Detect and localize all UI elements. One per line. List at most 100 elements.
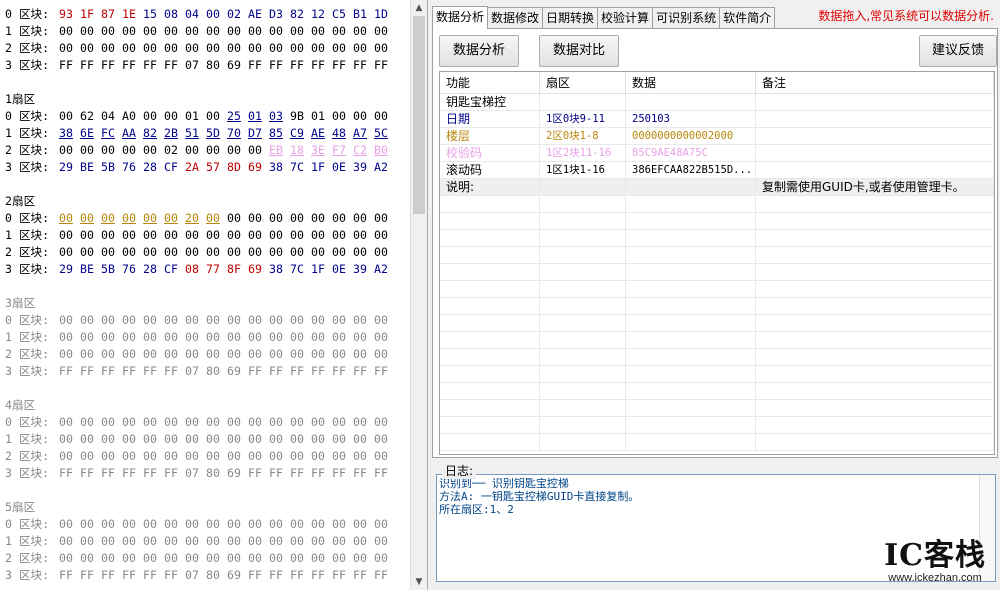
scroll-thumb[interactable] — [413, 16, 425, 214]
hex-byte: 00 — [332, 109, 346, 123]
col-header-function[interactable]: 功能 — [440, 72, 540, 93]
hex-byte: 00 — [227, 41, 241, 55]
scroll-down-arrow-icon[interactable]: ▼ — [411, 574, 427, 590]
hex-block-row[interactable]: 0 区块: 00 00 00 00 00 00 00 00 00 00 00 00 00 00 00 00 — [5, 516, 409, 533]
grid-row[interactable]: 楼层 2区0块1-8 0000000000002000 — [440, 128, 994, 145]
hex-byte: 00 — [122, 41, 136, 55]
hex-byte: 00 — [80, 330, 94, 344]
grid-row[interactable]: 校验码 1区2块11-16 85C9AE48A75C — [440, 145, 994, 162]
hex-block-row[interactable]: 3 区块: FF FF FF FF FF FF 07 80 69 FF FF FF FF FF FF FF — [5, 567, 409, 584]
hex-block-row[interactable]: 0 区块: 00 62 04 A0 00 00 01 00 25 01 03 9B 01 00 00 00 — [5, 108, 409, 125]
hex-byte: 00 — [290, 330, 304, 344]
hex-byte: 03 — [269, 109, 283, 123]
grid-cell — [756, 128, 994, 144]
grid-empty-row — [440, 230, 994, 247]
hex-block-row[interactable]: 0 区块: 00 00 00 00 00 00 00 00 00 00 00 00 00 00 00 00 — [5, 414, 409, 431]
hex-byte: 00 — [374, 534, 388, 548]
grid-cell — [540, 179, 626, 195]
hex-block-row[interactable]: 1 区块: 00 00 00 00 00 00 00 00 00 00 00 00 00 00 00 00 — [5, 431, 409, 448]
hex-block-row[interactable]: 1 区块: 38 6E FC AA 82 2B 51 5D 70 D7 85 C9 AE 48 A7 5C — [5, 125, 409, 142]
hex-byte: FF — [122, 364, 136, 378]
hex-byte: 00 — [122, 211, 136, 225]
hex-block-row[interactable]: 2 区块: 00 00 00 00 00 00 00 00 00 00 00 00 00 00 00 00 — [5, 448, 409, 465]
hex-byte: FF — [80, 364, 94, 378]
hex-byte: 82 — [290, 7, 304, 21]
hex-byte: FF — [143, 364, 157, 378]
hex-block-row[interactable]: 1 区块: 00 00 00 00 00 00 00 00 00 00 00 00 00 00 00 00 — [5, 329, 409, 346]
hex-byte: FF — [164, 568, 178, 582]
hex-block-row[interactable]: 2 区块: 00 00 00 00 00 00 00 00 00 00 00 00 00 00 00 00 — [5, 550, 409, 567]
grid-cell — [756, 111, 994, 127]
hex-byte: 00 — [80, 432, 94, 446]
hex-byte: 00 — [80, 143, 94, 157]
hex-byte: 00 — [59, 330, 73, 344]
grid-row[interactable]: 钥匙宝梯控 — [440, 94, 994, 111]
hex-byte: 00 — [206, 228, 220, 242]
hex-block-row[interactable]: 2 区块: 00 00 00 00 00 00 00 00 00 00 00 00 00 00 00 00 — [5, 40, 409, 57]
hex-block-row[interactable]: 1 区块: 00 00 00 00 00 00 00 00 00 00 00 00 00 00 00 00 — [5, 227, 409, 244]
hex-dump: 0 区块: 93 1F 87 1E 15 08 04 00 02 AE D3 82 12 C5 B1 1D 1 区… — [5, 6, 409, 584]
hex-block-row[interactable]: 0 区块: 93 1F 87 1E 15 08 04 00 02 AE D3 82 12 C5 B1 1D — [5, 6, 409, 23]
hex-byte: 00 — [332, 211, 346, 225]
sector-title: 3扇区 — [5, 296, 36, 310]
hex-block-row[interactable]: 3 区块: FF FF FF FF FF FF 07 80 69 FF FF FF FF FF FF FF — [5, 57, 409, 74]
hex-byte: 00 — [374, 211, 388, 225]
tab-supported-systems[interactable]: 可识别系统 — [652, 7, 721, 28]
hex-block-row[interactable]: 0 区块: 00 00 00 00 00 00 00 00 00 00 00 00 00 00 00 00 — [5, 312, 409, 329]
hex-byte: 00 — [227, 449, 241, 463]
col-header-data[interactable]: 数据 — [626, 72, 756, 93]
grid-cell: 滚动码 — [440, 162, 540, 178]
hex-byte: FC — [101, 126, 115, 140]
hex-byte: 1F — [311, 262, 325, 276]
hex-byte: 00 — [143, 534, 157, 548]
hex-block-row[interactable]: 2 区块: 00 00 00 00 00 02 00 00 00 00 EB 18 3E F7 C2 B0 — [5, 142, 409, 159]
hex-byte: 01 — [248, 109, 262, 123]
tab-data-modify[interactable]: 数据修改 — [487, 7, 544, 28]
hex-byte: C9 — [290, 126, 304, 140]
hex-byte: 76 — [122, 262, 136, 276]
analyze-button[interactable]: 数据分析 — [439, 35, 519, 67]
hex-block-row[interactable]: 3 区块: 29 BE 5B 76 28 CF 2A 57 8D 69 38 7C 1F 0E 39 A2 — [5, 159, 409, 176]
hex-block-row[interactable]: 3 区块: FF FF FF FF FF FF 07 80 69 FF FF FF FF FF FF FF — [5, 363, 409, 380]
hex-vertical-scrollbar[interactable]: ▲ ▼ — [410, 0, 427, 590]
tab-data-analysis[interactable]: 数据分析 — [432, 6, 489, 29]
hex-byte: 69 — [227, 568, 241, 582]
hex-byte: 00 — [248, 534, 262, 548]
hex-byte: 00 — [290, 449, 304, 463]
log-lines: 识别到── 识别钥匙宝控梯 方法A: 一钥匙宝控梯GUID卡直接复制。 所在扇区:1… — [439, 477, 993, 516]
tab-date-convert[interactable]: 日期转换 — [542, 7, 599, 28]
hex-block-row[interactable]: 2 区块: 00 00 00 00 00 00 00 00 00 00 00 00 00 00 00 00 — [5, 346, 409, 363]
block-label: 1 区块: — [5, 126, 50, 140]
result-grid[interactable]: 功能 扇区 数据 备注 钥匙宝梯控 日期 1区0块9-11 250103 楼层 2区0块1… — [439, 71, 995, 455]
col-header-sector[interactable]: 扇区 — [540, 72, 626, 93]
hex-byte: 00 — [332, 415, 346, 429]
hex-block-row[interactable]: 2 区块: 00 00 00 00 00 00 00 00 00 00 00 00 00 00 00 00 — [5, 244, 409, 261]
hex-block-row[interactable]: 1 区块: 00 00 00 00 00 00 00 00 00 00 00 00 00 00 00 00 — [5, 23, 409, 40]
hex-view-panel[interactable]: 0 区块: 93 1F 87 1E 15 08 04 00 02 AE D3 82 12 C5 B1 1D 1 区… — [0, 0, 428, 590]
grid-row[interactable]: 说明: 复制需使用GUID卡,或者使用管理卡。 — [440, 179, 994, 196]
hex-block-row[interactable]: 3 区块: 29 BE 5B 76 28 CF 08 77 8F 69 38 7C 1F 0E 39 A2 — [5, 261, 409, 278]
col-header-note[interactable]: 备注 — [756, 72, 994, 93]
hex-byte: 00 — [101, 534, 115, 548]
scroll-up-arrow-icon[interactable]: ▲ — [411, 0, 427, 16]
block-label: 3 区块: — [5, 466, 50, 480]
hex-byte: 69 — [227, 364, 241, 378]
hex-block-row[interactable]: 0 区块: 00 00 00 00 00 00 20 00 00 00 00 00 00 00 00 00 — [5, 210, 409, 227]
hex-byte: EB — [269, 143, 283, 157]
compare-button[interactable]: 数据对比 — [539, 35, 619, 67]
hex-byte: FF — [374, 568, 388, 582]
hex-byte: 00 — [290, 211, 304, 225]
hex-block-row[interactable]: 1 区块: 00 00 00 00 00 00 00 00 00 00 00 00 00 00 00 00 — [5, 533, 409, 550]
feedback-button[interactable]: 建议反馈 — [919, 35, 997, 67]
tab-checksum[interactable]: 校验计算 — [597, 7, 654, 28]
hex-byte: A2 — [374, 160, 388, 174]
hex-block-row[interactable]: 3 区块: FF FF FF FF FF FF 07 80 69 FF FF FF FF FF FF FF — [5, 465, 409, 482]
hex-byte: 00 — [227, 330, 241, 344]
tab-about[interactable]: 软件简介 — [719, 7, 776, 28]
grid-row[interactable]: 滚动码 1区1块1-16 386EFCAA822B515D... — [440, 162, 994, 179]
hex-byte: C2 — [353, 143, 367, 157]
grid-empty-row — [440, 298, 994, 315]
hex-byte: 00 — [164, 41, 178, 55]
grid-row[interactable]: 日期 1区0块9-11 250103 — [440, 111, 994, 128]
hex-byte: FF — [248, 364, 262, 378]
